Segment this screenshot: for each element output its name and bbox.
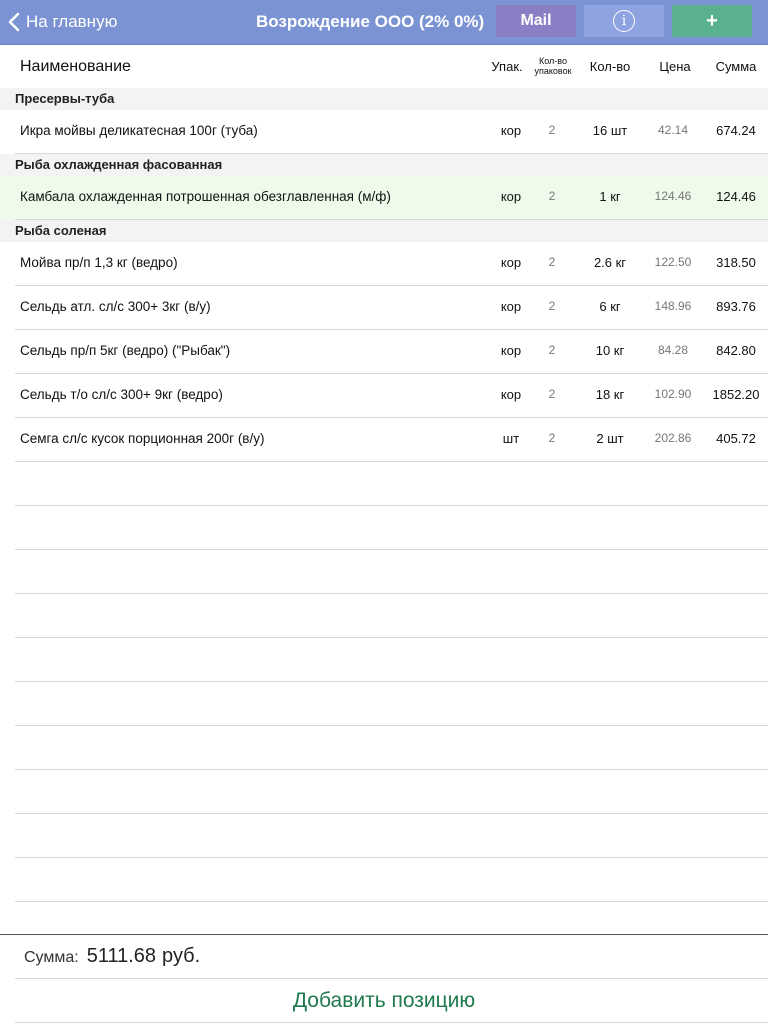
cell-name: Камбала охлажденная потрошенная обезглав… — [20, 189, 391, 204]
column-packs-header-line1: Кол-во — [539, 56, 567, 66]
back-button[interactable]: На главную — [8, 0, 117, 44]
cell-packs: 2 — [548, 387, 556, 401]
cell-packs: 2 — [548, 123, 556, 137]
total-summary: Сумма: 5111.68 руб. — [24, 945, 200, 968]
column-price-header: Цена — [659, 59, 691, 74]
cell-qty: 2 шт — [596, 431, 624, 446]
cell-sum: 318.50 — [716, 255, 756, 270]
cell-unit: кор — [500, 189, 522, 204]
cell-price: 84.28 — [657, 343, 689, 357]
empty-row-divider — [15, 901, 768, 902]
cell-name: Мойва пр/п 1,3 кг (ведро) — [20, 255, 178, 270]
cell-price: 124.46 — [654, 189, 692, 203]
column-name-header: Наименование — [20, 58, 131, 75]
cell-name: Семга сл/с кусок порционная 200г (в/у) — [20, 431, 265, 446]
cell-packs: 2 — [548, 299, 556, 313]
cell-price: 202.86 — [654, 431, 692, 445]
cell-packs: 2 — [548, 343, 556, 357]
section-header: Пресервы-туба — [0, 88, 768, 110]
section-title: Рыба охлажденная фасованная — [15, 157, 223, 172]
empty-row-divider — [15, 505, 768, 506]
empty-row-divider — [15, 857, 768, 858]
cell-unit: шт — [502, 431, 520, 446]
add-position-button[interactable]: Добавить позицию — [0, 979, 768, 1023]
section-header: Рыба соленая — [0, 220, 768, 242]
cell-unit: кор — [500, 299, 522, 314]
cell-name: Сельдь атл. сл/с 300+ 3кг (в/у) — [20, 299, 211, 314]
cell-qty: 10 кг — [595, 343, 625, 358]
cell-qty: 2.6 кг — [593, 255, 627, 270]
navigation-bar: На главную Возрождение ООО (2% 0%) Mail … — [0, 0, 768, 45]
info-button[interactable]: i — [584, 5, 664, 37]
cell-qty: 1 кг — [599, 189, 621, 204]
cell-price: 102.90 — [654, 387, 692, 401]
cell-sum: 405.72 — [716, 431, 756, 446]
cell-price: 148.96 — [654, 299, 692, 313]
table-row[interactable]: Сельдь атл. сл/с 300+ 3кг (в/у) кор 2 6 кг 1… — [0, 286, 768, 330]
page-title: Возрождение ООО (2% 0%) — [256, 12, 485, 31]
chevron-left-icon — [8, 12, 20, 32]
section-title: Пресервы-туба — [15, 91, 115, 106]
column-qty-header: Кол-во — [589, 59, 631, 74]
footer-divider — [0, 934, 768, 935]
cell-price: 42.14 — [657, 123, 689, 137]
total-label: Сумма: — [24, 949, 79, 966]
total-value: 5111.68 — [86, 945, 157, 967]
cell-name: Сельдь пр/п 5кг (ведро) ("Рыбак") — [20, 343, 231, 358]
table-row[interactable]: Семга сл/с кусок порционная 200г (в/у) шт… — [0, 418, 768, 462]
table-row[interactable]: Сельдь пр/п 5кг (ведро) ("Рыбак") кор 2 10 … — [0, 330, 768, 374]
column-packs-header-line2: упаковок — [534, 66, 572, 76]
cell-qty: 16 шт — [592, 123, 628, 138]
section-title: Рыба соленая — [15, 223, 107, 238]
empty-row-divider — [15, 681, 768, 682]
empty-row-divider — [15, 637, 768, 638]
total-currency: руб. — [162, 945, 201, 967]
empty-row-divider — [15, 813, 768, 814]
table-row[interactable]: Икра мойвы деликатесная 100г (туба) кор 2 1… — [0, 110, 768, 154]
cell-name: Икра мойвы деликатесная 100г (туба) — [20, 123, 258, 138]
cell-unit: кор — [500, 255, 522, 270]
cell-qty: 18 кг — [595, 387, 625, 402]
cell-unit: кор — [500, 343, 522, 358]
info-icon: i — [613, 10, 635, 32]
empty-row-divider — [15, 769, 768, 770]
column-header: Наименование Упак. Кол-во упаковок Кол-в… — [0, 45, 768, 88]
empty-row-divider — [15, 725, 768, 726]
cell-sum: 1852.20 — [712, 387, 760, 402]
column-sum-header: Сумма — [715, 59, 757, 74]
table-row[interactable]: Камбала охлажденная потрошенная обезглав… — [0, 176, 768, 220]
cell-unit: кор — [500, 387, 522, 402]
column-packs-header: Кол-во упаковок — [528, 56, 578, 76]
empty-row-divider — [15, 549, 768, 550]
cell-packs: 2 — [548, 431, 556, 445]
cell-sum: 893.76 — [716, 299, 756, 314]
cell-packs: 2 — [548, 255, 556, 269]
footer-separator-bottom — [15, 1022, 768, 1023]
add-button[interactable]: + — [672, 5, 752, 37]
section-header: Рыба охлажденная фасованная — [0, 154, 768, 176]
table-row[interactable]: Мойва пр/п 1,3 кг (ведро) кор 2 2.6 кг 122.5… — [0, 242, 768, 286]
cell-sum: 842.80 — [716, 343, 756, 358]
cell-name: Сельдь т/о сл/с 300+ 9кг (ведро) — [20, 387, 223, 402]
column-unit-header: Упак. — [491, 59, 523, 74]
empty-row-divider — [15, 593, 768, 594]
cell-sum: 124.46 — [716, 189, 756, 204]
cell-qty: 6 кг — [599, 299, 621, 314]
cell-price: 122.50 — [654, 255, 692, 269]
table-row[interactable]: Сельдь т/о сл/с 300+ 9кг (ведро) кор 2 18 к… — [0, 374, 768, 418]
cell-packs: 2 — [548, 189, 556, 203]
row-divider — [15, 461, 768, 462]
back-label: На главную — [26, 12, 118, 31]
cell-sum: 674.24 — [716, 123, 756, 138]
mail-button[interactable]: Mail — [496, 5, 576, 37]
cell-unit: кор — [500, 123, 522, 138]
